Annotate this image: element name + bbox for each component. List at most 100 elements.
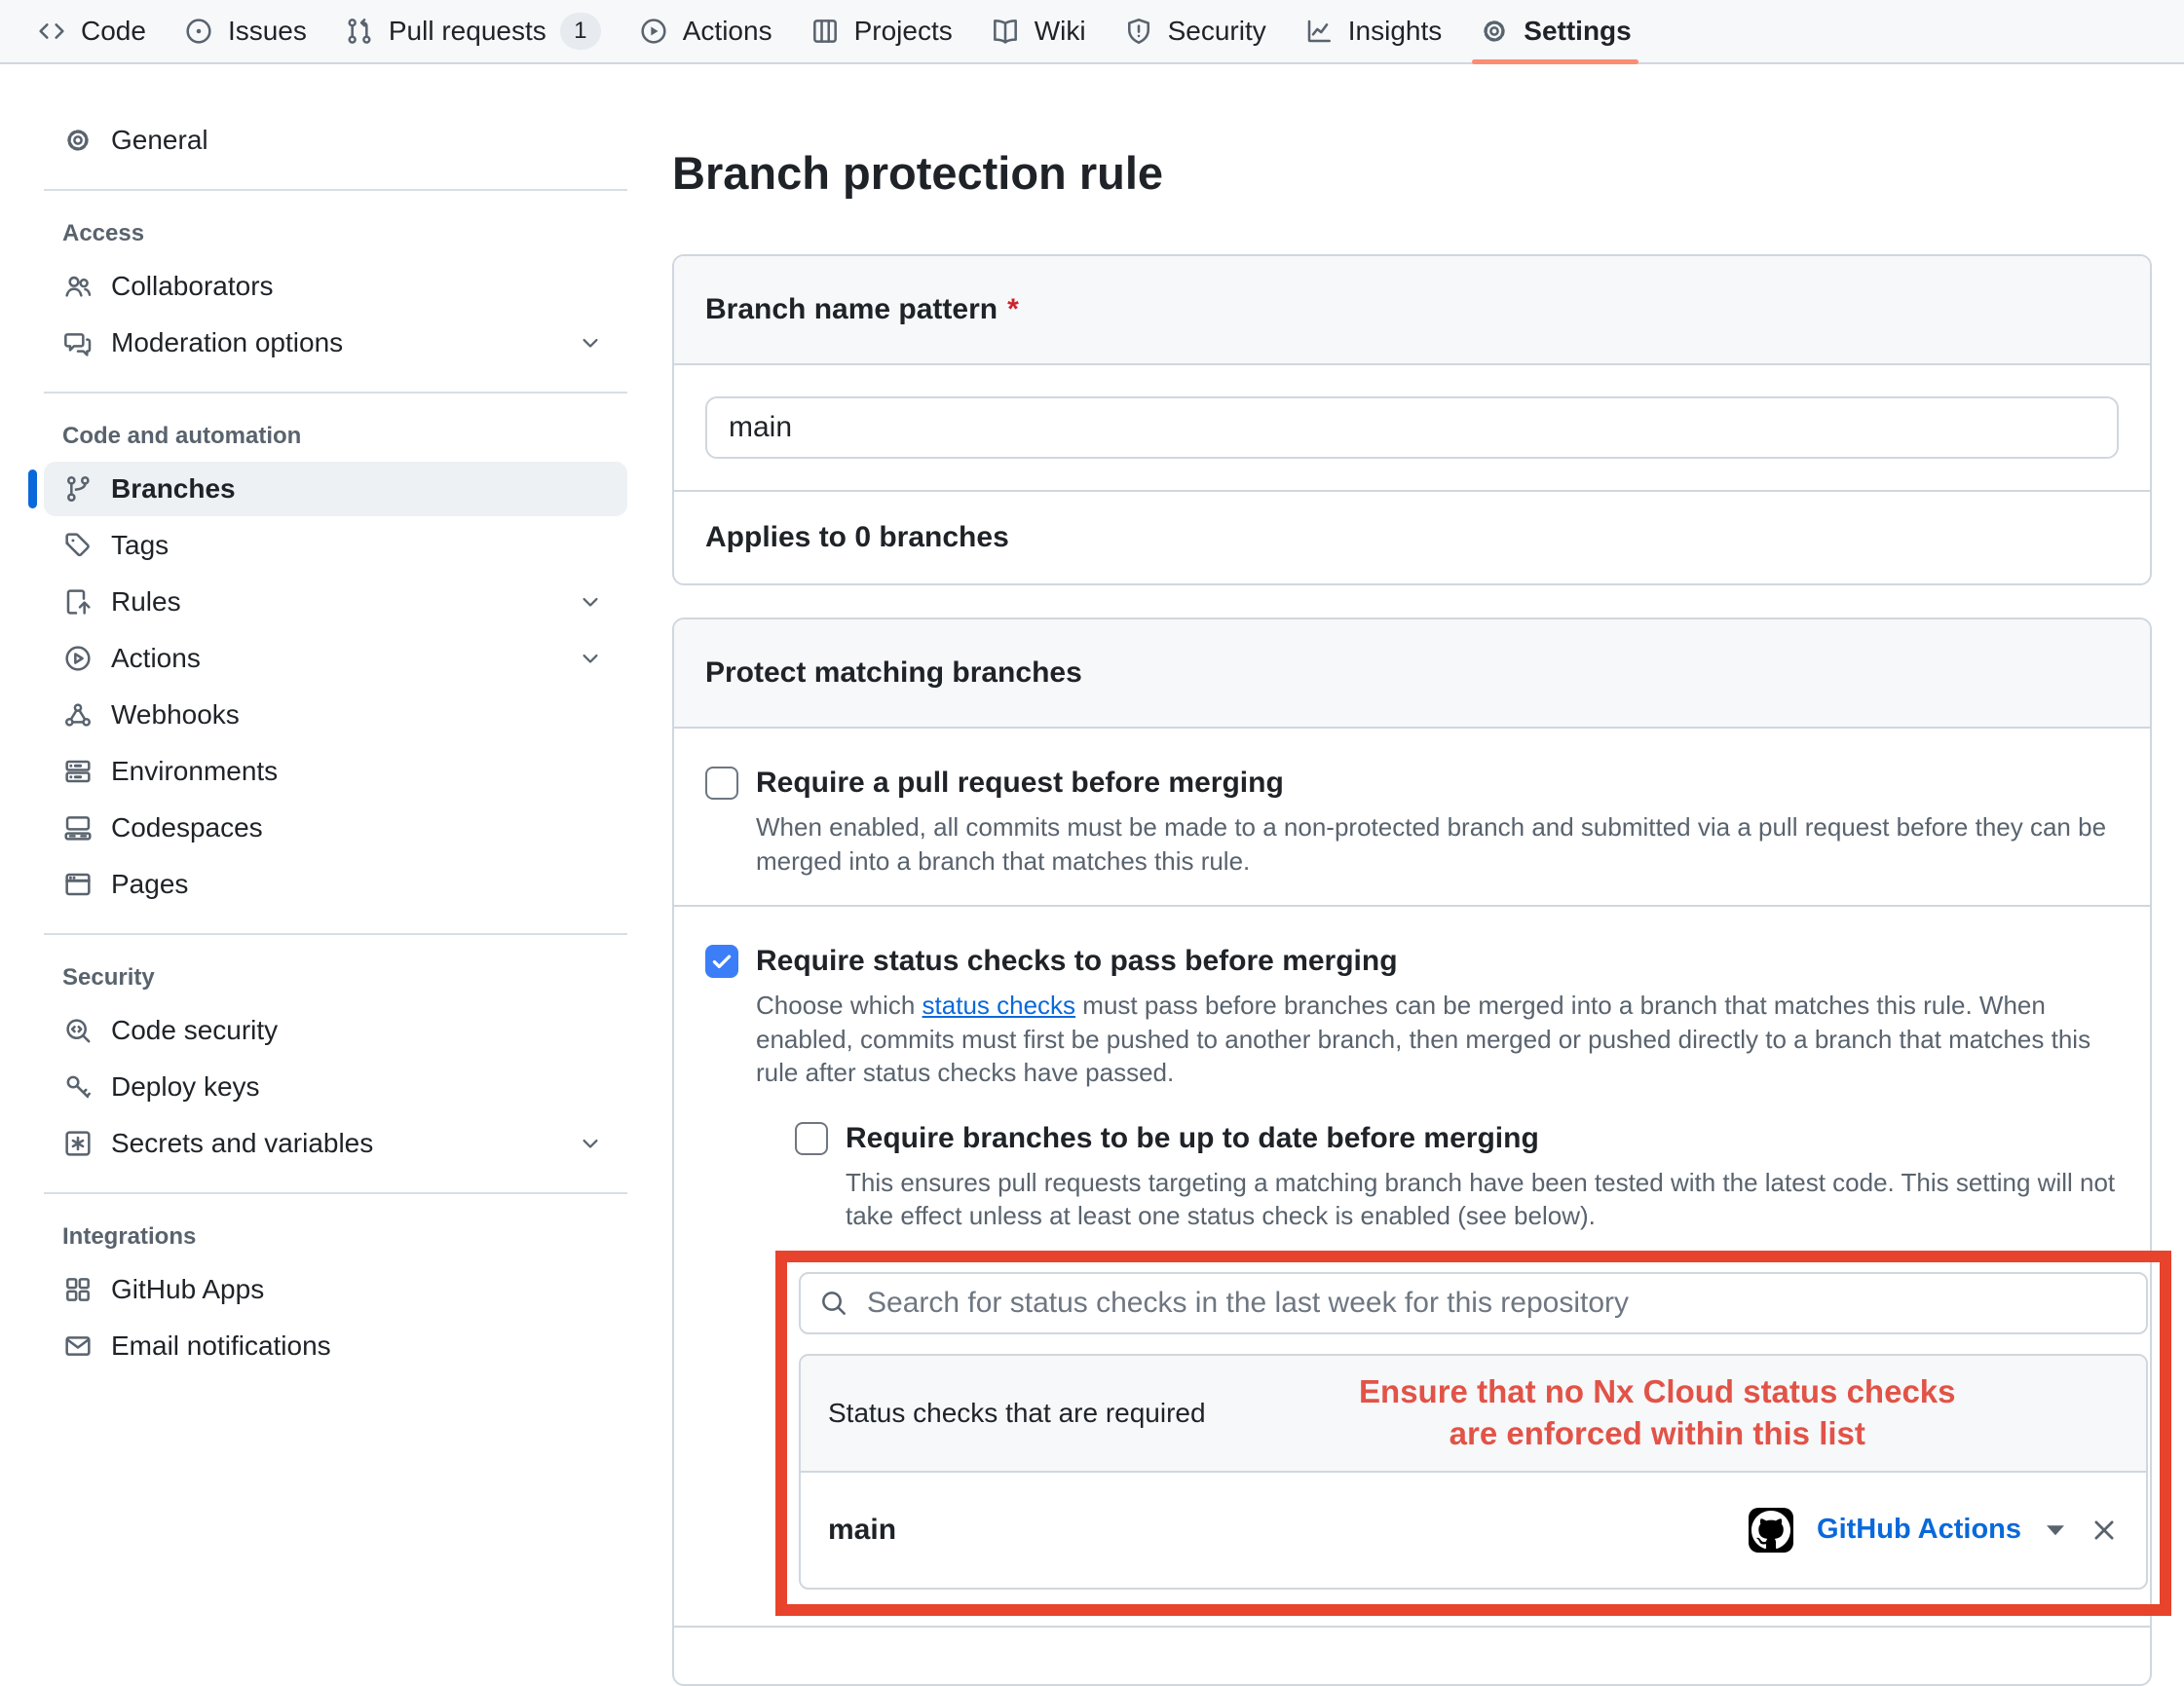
sidebar-divider: [44, 1192, 627, 1194]
gear-icon: [62, 125, 94, 156]
sidebar-item-collaborators[interactable]: Collaborators: [44, 259, 627, 314]
required-status-checks-list: Status checks that are required Ensure t…: [799, 1354, 2148, 1590]
sidebar-item-codespaces[interactable]: Codespaces: [44, 801, 627, 855]
status-checks-list-header: Status checks that are required Ensure t…: [801, 1356, 2146, 1473]
next-option-row-cutoff: [674, 1626, 2150, 1684]
sidebar-item-label: Pages: [111, 869, 188, 900]
sidebar-item-label: Branches: [111, 473, 236, 505]
gear-icon: [1479, 16, 1510, 47]
sidebar-item-label: Actions: [111, 643, 201, 674]
check-icon: [709, 949, 734, 974]
tab-issues[interactable]: Issues: [165, 0, 325, 62]
tab-projects[interactable]: Projects: [791, 0, 971, 62]
tab-pull-requests-label: Pull requests: [389, 16, 546, 47]
sidebar-item-rules[interactable]: Rules: [44, 575, 627, 629]
webhook-icon: [62, 699, 94, 731]
tag-icon: [62, 530, 94, 561]
sidebar-item-branches[interactable]: Branches: [44, 462, 627, 516]
require-up-to-date-label: Require branches to be up to date before…: [846, 1119, 2119, 1158]
tab-projects-label: Projects: [854, 16, 953, 47]
search-icon: [818, 1288, 849, 1319]
require-status-checks-row: Require status checks to pass before mer…: [674, 905, 2150, 1626]
chevron-down-icon: [577, 645, 604, 672]
sidebar-item-email-notifications[interactable]: Email notifications: [44, 1319, 627, 1373]
tab-security[interactable]: Security: [1105, 0, 1285, 62]
require-pull-request-checkbox[interactable]: [705, 767, 738, 800]
codespaces-icon: [62, 812, 94, 843]
sidebar-divider: [44, 189, 627, 191]
sidebar-item-tags[interactable]: Tags: [44, 518, 627, 573]
sidebar-item-deploy-keys[interactable]: Deploy keys: [44, 1060, 627, 1114]
close-icon: [2090, 1516, 2119, 1545]
sidebar-item-pages[interactable]: Pages: [44, 857, 627, 912]
tab-wiki[interactable]: Wiki: [971, 0, 1105, 62]
require-status-checks-label: Require status checks to pass before mer…: [756, 942, 2119, 981]
tab-settings-label: Settings: [1524, 16, 1631, 47]
tab-settings[interactable]: Settings: [1460, 0, 1649, 62]
branch-name-pattern-label: Branch name pattern: [705, 293, 998, 325]
require-up-to-date-description: This ensures pull requests targeting a m…: [846, 1166, 2119, 1233]
sidebar-section-code-and-automation: Code and automation: [28, 423, 643, 450]
annotation-note: Ensure that no Nx Cloud status checks ar…: [1206, 1371, 2119, 1455]
require-pull-request-row: Require a pull request before merging Wh…: [674, 729, 2150, 905]
protect-matching-branches-card: Protect matching branches Require a pull…: [672, 618, 2152, 1686]
tab-insights-label: Insights: [1348, 16, 1443, 47]
status-checks-link[interactable]: status checks: [923, 991, 1076, 1020]
tab-actions-label: Actions: [683, 16, 772, 47]
sidebar-item-label: Environments: [111, 756, 278, 787]
sidebar-item-webhooks[interactable]: Webhooks: [44, 688, 627, 742]
applies-to-branches: Applies to 0 branches: [674, 490, 2150, 583]
sidebar-item-label: GitHub Apps: [111, 1274, 264, 1305]
status-checks-search: [799, 1272, 2148, 1334]
sidebar-item-label: Tags: [111, 530, 169, 561]
code-icon: [36, 16, 67, 47]
tab-code-label: Code: [81, 16, 146, 47]
tab-wiki-label: Wiki: [1035, 16, 1086, 47]
sidebar-item-label: Secrets and variables: [111, 1128, 373, 1159]
status-checks-list-title: Status checks that are required: [828, 1398, 1206, 1429]
chevron-down-icon: [577, 588, 604, 616]
browser-icon: [62, 869, 94, 900]
page-title: Branch protection rule: [672, 146, 2152, 200]
mail-icon: [62, 1330, 94, 1362]
tab-security-label: Security: [1168, 16, 1266, 47]
github-actions-link[interactable]: GitHub Actions: [1817, 1514, 2021, 1546]
repo-nav: Code Issues Pull requests 1 Actions Proj…: [0, 0, 2184, 64]
git-branch-icon: [62, 473, 94, 505]
annotation-rectangle: Status checks that are required Ensure t…: [775, 1251, 2171, 1616]
sidebar-item-general[interactable]: General: [44, 113, 627, 168]
sidebar-item-code-security[interactable]: Code security: [44, 1003, 627, 1058]
require-status-checks-description: Choose which status checks must pass bef…: [756, 989, 2119, 1090]
tab-pull-requests[interactable]: Pull requests 1: [325, 0, 620, 62]
tab-code[interactable]: Code: [18, 0, 165, 62]
require-status-checks-checkbox[interactable]: [705, 945, 738, 978]
sidebar-item-github-apps[interactable]: GitHub Apps: [44, 1262, 627, 1317]
sidebar-item-moderation-options[interactable]: Moderation options: [44, 316, 627, 370]
projects-table-icon: [810, 16, 841, 47]
require-up-to-date-option: Require branches to be up to date before…: [795, 1119, 2119, 1233]
description-text: Choose which: [756, 991, 923, 1020]
sidebar-item-secrets-and-variables[interactable]: Secrets and variables: [44, 1116, 627, 1171]
branch-name-pattern-input[interactable]: [705, 396, 2119, 459]
branch-name-pattern-body: [674, 365, 2150, 490]
sidebar-item-label: Deploy keys: [111, 1071, 260, 1103]
sidebar-item-environments[interactable]: Environments: [44, 744, 627, 799]
tab-insights[interactable]: Insights: [1285, 0, 1461, 62]
tab-actions[interactable]: Actions: [620, 0, 791, 62]
sidebar-item-label: Rules: [111, 586, 181, 618]
require-pull-request-label: Require a pull request before merging: [756, 764, 2119, 803]
sidebar-section-integrations: Integrations: [28, 1223, 643, 1251]
remove-status-check-button[interactable]: [2090, 1516, 2119, 1545]
sidebar-item-label: Collaborators: [111, 271, 274, 302]
chevron-down-icon: [577, 329, 604, 356]
sidebar-section-access: Access: [28, 220, 643, 247]
sidebar-item-label: Webhooks: [111, 699, 240, 731]
issue-icon: [183, 16, 214, 47]
status-checks-search-input[interactable]: [865, 1286, 2128, 1321]
require-up-to-date-checkbox[interactable]: [795, 1122, 828, 1155]
status-check-dropdown-button[interactable]: [2045, 1522, 2066, 1538]
sidebar-item-label: Code security: [111, 1015, 278, 1046]
sidebar-item-label: Email notifications: [111, 1330, 331, 1362]
tab-issues-label: Issues: [228, 16, 307, 47]
sidebar-item-actions[interactable]: Actions: [44, 631, 627, 686]
